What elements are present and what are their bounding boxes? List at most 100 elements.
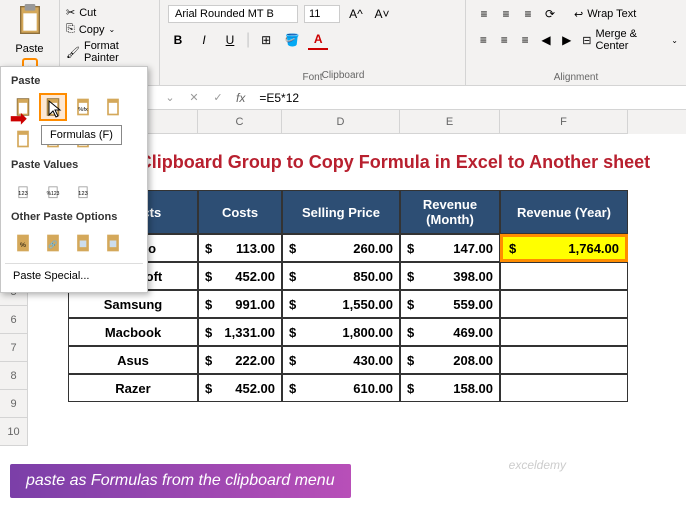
paste-picture-icon[interactable] bbox=[69, 229, 97, 257]
row-header[interactable]: 9 bbox=[0, 390, 28, 418]
alignment-section: ≡ ≡ ≡ ⟳ ↩Wrap Text ≡ ≡ ≡ ◀ ▶ ⊟Merge & Ce… bbox=[466, 0, 686, 85]
col-header[interactable]: F bbox=[500, 110, 628, 134]
cell-money[interactable]: $469.00 bbox=[400, 318, 500, 346]
cell-money[interactable]: $991.00 bbox=[198, 290, 282, 318]
font-color-button[interactable]: A bbox=[308, 30, 328, 50]
row-header[interactable]: 6 bbox=[0, 306, 28, 334]
paste-keep-source-icon[interactable] bbox=[99, 93, 127, 121]
paste-button[interactable]: Paste bbox=[4, 4, 55, 55]
col-header[interactable]: C bbox=[198, 110, 282, 134]
copy-button[interactable]: ⎘Copy ⌄ bbox=[62, 21, 157, 38]
align-middle-button[interactable]: ≡ bbox=[496, 4, 516, 24]
data-table: Products Costs Selling Price Revenue (Mo… bbox=[68, 190, 686, 402]
cell-money[interactable] bbox=[500, 318, 628, 346]
cell-money[interactable]: $158.00 bbox=[400, 374, 500, 402]
cell-money[interactable]: $260.00 bbox=[282, 234, 400, 262]
cell-money[interactable]: $452.00 bbox=[198, 262, 282, 290]
align-right-button[interactable]: ≡ bbox=[516, 30, 535, 50]
cell-money[interactable]: $559.00 bbox=[400, 290, 500, 318]
indent-increase-button[interactable]: ▶ bbox=[557, 30, 576, 50]
clipboard-icon bbox=[16, 4, 44, 36]
italic-button[interactable]: I bbox=[194, 30, 214, 50]
bold-button[interactable]: B bbox=[168, 30, 188, 50]
paste-formulas-format-icon[interactable]: %fx bbox=[69, 93, 97, 121]
cell-money[interactable]: $1,331.00 bbox=[198, 318, 282, 346]
cell-money[interactable] bbox=[500, 346, 628, 374]
paste-formatting-icon[interactable]: % bbox=[9, 229, 37, 257]
wrap-icon: ↩ bbox=[574, 8, 583, 21]
row-header[interactable]: 8 bbox=[0, 362, 28, 390]
paste-values-source-icon[interactable]: 123 bbox=[69, 177, 97, 205]
paste-formulas-icon[interactable]: fx Formulas (F) bbox=[39, 93, 67, 121]
th-selling[interactable]: Selling Price bbox=[282, 190, 400, 234]
table-row: Microsoft$452.00$850.00$398.00 bbox=[68, 262, 686, 290]
merge-center-button[interactable]: ⊟Merge & Center ⌄ bbox=[582, 28, 678, 52]
cell-money[interactable] bbox=[500, 262, 628, 290]
increase-font-button[interactable]: A^ bbox=[346, 4, 366, 24]
paste-linked-picture-icon[interactable] bbox=[99, 229, 127, 257]
cell-money[interactable]: $610.00 bbox=[282, 374, 400, 402]
paste-menu-head1: Paste bbox=[5, 71, 143, 91]
font-size-select[interactable]: 11 bbox=[304, 5, 340, 23]
format-painter-button[interactable]: 🖌Format Painter bbox=[62, 38, 157, 66]
borders-button[interactable]: ⊞ bbox=[256, 30, 276, 50]
fill-color-button[interactable]: 🪣 bbox=[282, 30, 302, 50]
cell-money[interactable]: $222.00 bbox=[198, 346, 282, 374]
formula-value[interactable]: =E5*12 bbox=[251, 91, 299, 105]
svg-text:123: 123 bbox=[18, 191, 28, 197]
indent-decrease-button[interactable]: ◀ bbox=[537, 30, 556, 50]
cell-money[interactable] bbox=[500, 290, 628, 318]
row-header[interactable]: 10 bbox=[0, 418, 28, 446]
cell-money[interactable]: $850.00 bbox=[282, 262, 400, 290]
font-name-select[interactable]: Arial Rounded MT B bbox=[168, 5, 298, 23]
align-left-button[interactable]: ≡ bbox=[474, 30, 493, 50]
cell-product[interactable]: Macbook bbox=[68, 318, 198, 346]
cell-money[interactable]: $1,800.00 bbox=[282, 318, 400, 346]
name-box-dropdown[interactable]: ⌄ bbox=[158, 88, 182, 108]
table-row: Lenovo$113.00$260.00$147.00$1,764.00 bbox=[68, 234, 686, 262]
cursor-icon bbox=[47, 99, 63, 119]
paste-values-icon[interactable]: 123 bbox=[9, 177, 37, 205]
th-costs[interactable]: Costs bbox=[198, 190, 282, 234]
font-section: Arial Rounded MT B 11 A^ A˅ B I U | ⊞ 🪣 … bbox=[160, 0, 466, 85]
th-rev-month[interactable]: Revenue (Month) bbox=[400, 190, 500, 234]
paste-menu-head3: Other Paste Options bbox=[5, 207, 143, 227]
copy-icon: ⎘ bbox=[66, 23, 75, 36]
cell-money[interactable]: $147.00 bbox=[400, 234, 500, 262]
cell-money[interactable]: $430.00 bbox=[282, 346, 400, 374]
cell-money[interactable]: $452.00 bbox=[198, 374, 282, 402]
table-header-row: Products Costs Selling Price Revenue (Mo… bbox=[68, 190, 686, 234]
fx-icon[interactable]: fx bbox=[230, 91, 251, 105]
cell-money[interactable]: $113.00 bbox=[198, 234, 282, 262]
cell-product[interactable]: Asus bbox=[68, 346, 198, 374]
underline-button[interactable]: U bbox=[220, 30, 240, 50]
align-top-button[interactable]: ≡ bbox=[474, 4, 494, 24]
align-center-button[interactable]: ≡ bbox=[495, 30, 514, 50]
orientation-button[interactable]: ⟳ bbox=[540, 4, 560, 24]
enter-formula-button[interactable]: ✓ bbox=[206, 88, 230, 108]
cell-money[interactable]: $1,550.00 bbox=[282, 290, 400, 318]
svg-text:%fx: %fx bbox=[78, 107, 88, 113]
cell-product[interactable]: Razer bbox=[68, 374, 198, 402]
merge-icon: ⊟ bbox=[582, 34, 591, 47]
cell-product[interactable]: Samsung bbox=[68, 290, 198, 318]
row-header[interactable]: 7 bbox=[0, 334, 28, 362]
paste-link-icon[interactable]: 🔗 bbox=[39, 229, 67, 257]
cell-money[interactable]: $208.00 bbox=[400, 346, 500, 374]
cancel-formula-button[interactable]: ✕ bbox=[182, 88, 206, 108]
col-header[interactable]: D bbox=[282, 110, 400, 134]
svg-text:🔗: 🔗 bbox=[48, 239, 58, 249]
paste-dropdown-menu: Paste fx Formulas (F) %fx Paste Values 1… bbox=[0, 66, 148, 293]
cut-button[interactable]: ✂Cut bbox=[62, 4, 157, 21]
decrease-font-button[interactable]: A˅ bbox=[372, 4, 392, 24]
paste-values-format-icon[interactable]: %123 bbox=[39, 177, 67, 205]
th-rev-year[interactable]: Revenue (Year) bbox=[500, 190, 628, 234]
cell-money[interactable]: $1,764.00 bbox=[500, 234, 628, 262]
col-header[interactable]: E bbox=[400, 110, 500, 134]
cell-money[interactable]: $398.00 bbox=[400, 262, 500, 290]
cell-money[interactable] bbox=[500, 374, 628, 402]
watermark: exceldemy bbox=[509, 458, 566, 472]
paste-special-button[interactable]: Paste Special... bbox=[5, 263, 143, 288]
wrap-text-button[interactable]: ↩Wrap Text bbox=[574, 8, 636, 21]
align-bottom-button[interactable]: ≡ bbox=[518, 4, 538, 24]
